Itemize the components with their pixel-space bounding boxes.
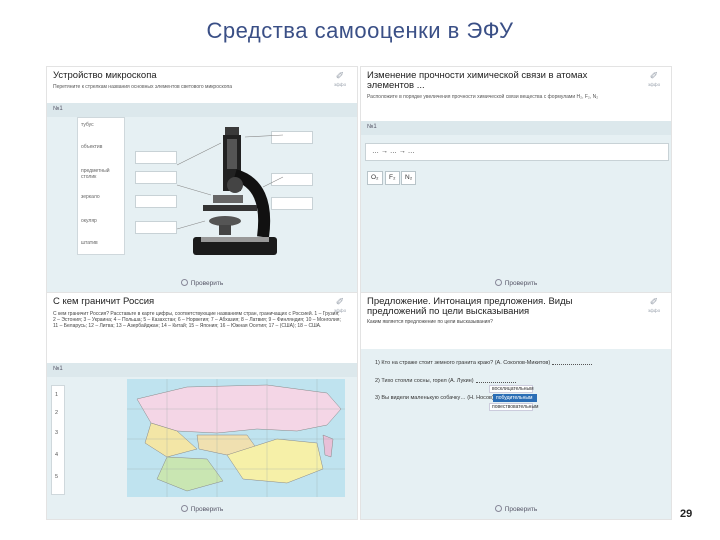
formula-chip[interactable]: F₂ — [385, 171, 400, 185]
draggable-label[interactable]: окуляр — [81, 218, 125, 224]
panel-subtitle: Расположите в порядке увеличения прочнос… — [367, 94, 599, 100]
panel-header: Устройство микроскопа Перетяните к стрел… — [47, 67, 357, 99]
efu-logo: ✐ эффо — [643, 71, 665, 88]
panel-title: Предложение. Интонация предложения. Виды… — [367, 296, 573, 317]
check-icon — [180, 505, 188, 512]
page-number: 29 — [680, 508, 693, 520]
number-tile[interactable]: 3 — [55, 430, 58, 436]
panel-title: Устройство микроскопа — [53, 70, 157, 81]
formula-chip[interactable]: N₂ — [401, 171, 417, 185]
number-tile[interactable]: 5 — [55, 474, 58, 480]
logo-icon: ✐ — [335, 71, 345, 82]
drop-target[interactable] — [135, 171, 177, 184]
number-tile[interactable]: 2 — [55, 410, 58, 416]
panel-subtitle: С кем граничит Россия? Расставьте в карт… — [53, 311, 341, 330]
task-number-bar: №1 — [47, 363, 357, 377]
exercise-panel-chemistry: Изменение прочности химической связи в а… — [360, 66, 672, 294]
dropdown-option[interactable]: повествовательным — [489, 403, 538, 411]
draggable-label[interactable]: предметный столик — [81, 168, 125, 180]
formula-chip[interactable]: O₂ — [367, 171, 383, 185]
drop-target[interactable] — [135, 151, 177, 164]
draggable-label[interactable]: штатив — [81, 240, 125, 246]
logo-icon: ✐ — [335, 297, 345, 308]
question-item: 1) Кто на страже стоит земного гранита к… — [375, 359, 593, 366]
drop-target[interactable] — [135, 221, 177, 234]
check-button[interactable]: Проверить — [47, 279, 357, 287]
microscope-image — [176, 127, 284, 255]
draggable-label[interactable]: тубус — [81, 122, 125, 128]
check-icon — [494, 505, 502, 512]
draggable-label[interactable]: зеркало — [81, 194, 125, 200]
check-button[interactable]: Проверить — [47, 505, 357, 513]
check-button[interactable]: Проверить — [361, 279, 671, 287]
dropdown-option-selected[interactable]: побудительным — [493, 394, 537, 402]
answer-blank[interactable] — [475, 377, 516, 383]
task-area — [361, 349, 671, 519]
number-tiles: 1 2 3 4 5 — [51, 385, 65, 495]
map-image[interactable] — [127, 379, 345, 497]
panel-subtitle: Перетяните к стрелкам названия основных … — [53, 84, 233, 90]
check-icon — [180, 279, 188, 286]
question-item: 2) Тихо стояли сосны, горел (А. Лукин) — [375, 377, 516, 384]
task-number-bar: №1 — [47, 103, 357, 117]
efu-logo: ✐ эффо — [329, 71, 351, 88]
panel-header: Изменение прочности химической связи в а… — [361, 67, 671, 101]
slide-title: Средства самооценки в ЭФУ — [206, 18, 514, 43]
logo-icon: ✐ — [649, 297, 659, 308]
check-button[interactable]: Проверить — [361, 505, 671, 513]
draggable-label[interactable]: объектив — [81, 144, 125, 150]
exercise-panel-sentences: Предложение. Интонация предложения. Виды… — [360, 292, 672, 520]
drag-labels-list: тубус объектив предметный столик зеркало… — [77, 117, 125, 255]
answer-sequence-field[interactable]: … → … → … — [365, 143, 669, 161]
exercise-panel-microscope: Устройство микроскопа Перетяните к стрел… — [46, 66, 358, 294]
panel-title: Изменение прочности химической связи в а… — [367, 70, 588, 91]
exercise-panel-russia-borders: С кем граничит Россия ✐ эффо С кем гранич… — [46, 292, 358, 520]
panel-subtitle: Каким является предложение по цели выска… — [367, 319, 493, 325]
panel-title: С кем граничит Россия — [53, 296, 155, 307]
check-icon — [494, 279, 502, 286]
number-tile[interactable]: 1 — [55, 392, 58, 398]
efu-logo: ✐ эффо — [643, 297, 665, 314]
number-tile[interactable]: 4 — [55, 452, 58, 458]
drop-target[interactable] — [135, 195, 177, 208]
logo-icon: ✐ — [649, 71, 659, 82]
answer-blank[interactable] — [552, 359, 593, 365]
dropdown-option[interactable]: восклицательным — [489, 385, 534, 393]
task-number-bar: №1 — [361, 121, 671, 135]
